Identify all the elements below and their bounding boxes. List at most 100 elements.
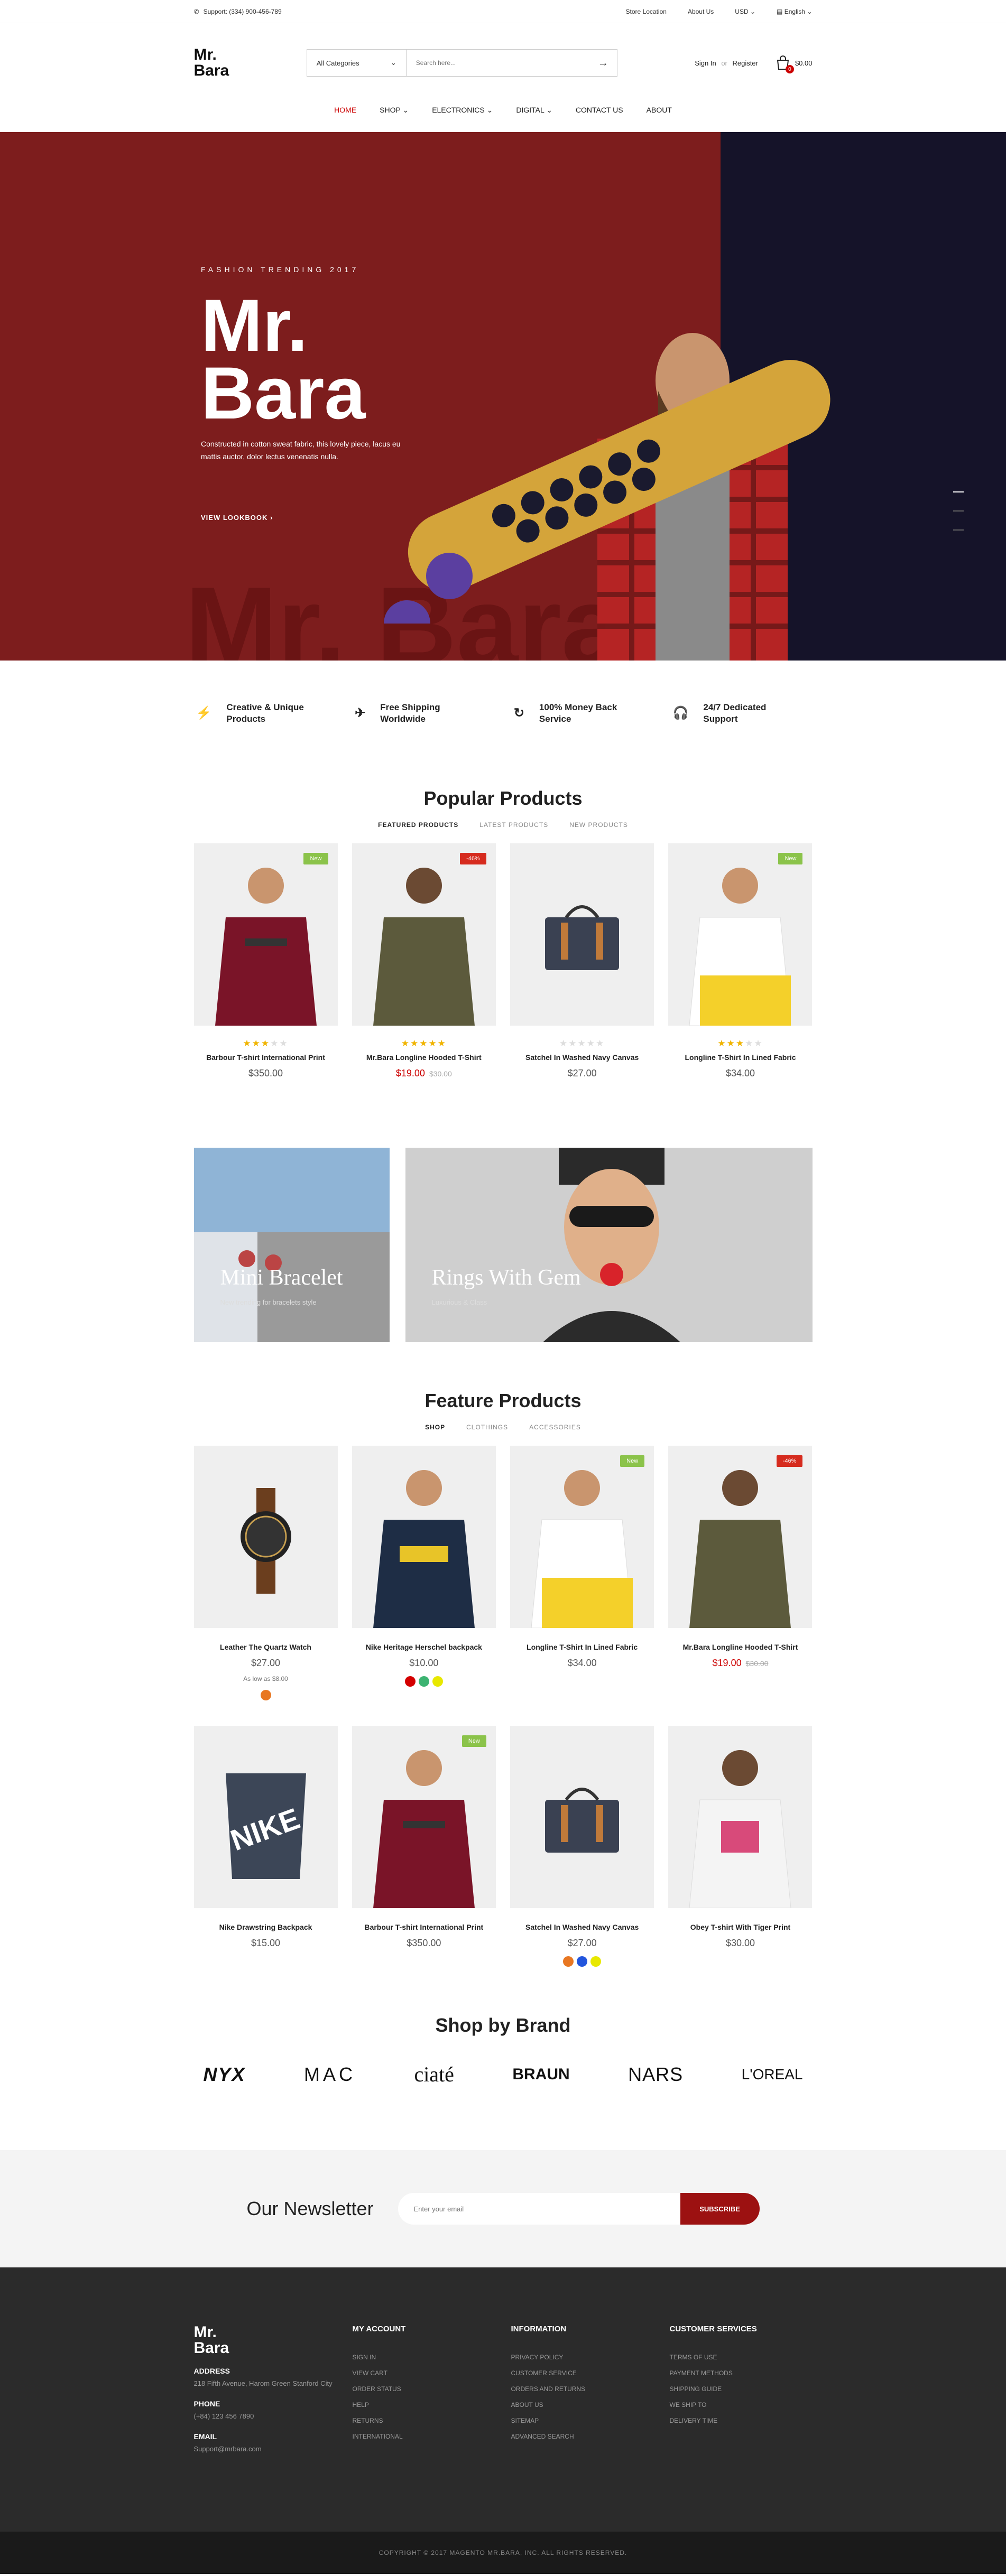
search-input[interactable] xyxy=(406,50,589,76)
slider-dot[interactable] xyxy=(953,529,964,531)
tab-accessories[interactable]: ACCESSORIES xyxy=(529,1424,581,1431)
product-card[interactable]: Obey T-shirt With Tiger Print $30.00 xyxy=(668,1726,813,1967)
product-name[interactable]: Mr.Bara Longline Hooded T-Shirt xyxy=(668,1643,812,1651)
footer-link[interactable]: INTERNATIONAL xyxy=(353,2429,511,2444)
product-name[interactable]: Longline T-Shirt In Lined Fabric xyxy=(510,1643,654,1651)
tab-featured[interactable]: FEATURED PRODUCTS xyxy=(378,821,458,829)
product-name[interactable]: Nike Drawstring Backpack xyxy=(194,1923,338,1931)
product-name[interactable]: Mr.Bara Longline Hooded T-Shirt xyxy=(352,1053,496,1062)
brand-logo-nyx[interactable]: NYX xyxy=(204,2063,246,2086)
product-image[interactable]: New xyxy=(510,1446,654,1628)
product-image[interactable] xyxy=(352,1446,496,1628)
product-card[interactable]: New ★★★★★ Longline T-Shirt In Lined Fabr… xyxy=(668,843,813,1079)
cart-button[interactable]: 0 $0.00 xyxy=(776,55,812,73)
product-image[interactable]: -46% xyxy=(668,1446,813,1628)
product-card[interactable]: -46% Mr.Bara Longline Hooded T-Shirt $19… xyxy=(668,1446,813,1700)
newsletter-email-input[interactable] xyxy=(398,2193,680,2225)
swatch-yellow[interactable] xyxy=(590,1956,602,1967)
nav-about[interactable]: ABOUT xyxy=(647,106,672,114)
footer-link[interactable]: CUSTOMER SERVICE xyxy=(511,2365,670,2381)
product-card[interactable]: NIKE Nike Drawstring Backpack $15.00 xyxy=(193,1726,338,1967)
footer-link[interactable]: HELP xyxy=(353,2397,511,2413)
footer-link[interactable]: DELIVERY TIME xyxy=(670,2413,813,2429)
product-image[interactable] xyxy=(510,1726,654,1908)
footer-link[interactable]: ABOUT US xyxy=(511,2397,670,2413)
swatch-orange[interactable] xyxy=(563,1956,574,1967)
subscribe-button[interactable]: SUBSCRIBE xyxy=(680,2193,760,2225)
product-card[interactable]: ★★★★★ Satchel In Washed Navy Canvas $27.… xyxy=(510,843,654,1079)
product-image[interactable]: New xyxy=(193,843,338,1026)
footer-link[interactable]: ORDERS AND RETURNS xyxy=(511,2381,670,2397)
product-image[interactable] xyxy=(510,843,654,1026)
footer-link[interactable]: WE SHIP TO xyxy=(670,2397,813,2413)
footer-logo[interactable]: Mr. Bara xyxy=(194,2324,353,2356)
swatch-orange[interactable] xyxy=(260,1690,271,1700)
product-card[interactable]: New ★★★★★ Barbour T-shirt International … xyxy=(193,843,338,1079)
footer-link[interactable]: RETURNS xyxy=(353,2413,511,2429)
nav-digital[interactable]: DIGITAL ⌄ xyxy=(516,106,552,115)
product-card[interactable]: -46% ★★★★★ Mr.Bara Longline Hooded T-Shi… xyxy=(352,843,496,1079)
swatch-red[interactable] xyxy=(404,1676,416,1687)
swatch-green[interactable] xyxy=(418,1676,429,1687)
tab-clothings[interactable]: CLOTHINGS xyxy=(466,1424,508,1431)
language-selector[interactable]: ▤ English ⌄ xyxy=(777,8,812,15)
nav-electronics[interactable]: ELECTRONICS ⌄ xyxy=(432,106,493,115)
footer-link[interactable]: VIEW CART xyxy=(353,2365,511,2381)
footer-link[interactable]: SIGN IN xyxy=(353,2349,511,2365)
brand-logo-loreal[interactable]: L'OREAL xyxy=(742,2066,803,2083)
footer-link[interactable]: ADVANCED SEARCH xyxy=(511,2429,670,2444)
tab-shop[interactable]: SHOP xyxy=(425,1424,445,1431)
nav-home[interactable]: HOME xyxy=(334,106,356,114)
swatch-blue[interactable] xyxy=(577,1956,588,1967)
store-location-link[interactable]: Store Location xyxy=(626,8,667,15)
brand-logo-ciate[interactable]: ciaté xyxy=(414,2062,454,2087)
color-swatches xyxy=(510,1956,654,1967)
register-link[interactable]: Register xyxy=(733,59,758,67)
product-image[interactable]: New xyxy=(352,1726,496,1908)
swatch-yellow[interactable] xyxy=(432,1676,443,1687)
product-name[interactable]: Barbour T-shirt International Print xyxy=(352,1923,496,1931)
promo-banner[interactable]: Rings With Gem Luxurious & Class xyxy=(405,1148,813,1342)
product-name[interactable]: Nike Heritage Herschel backpack xyxy=(352,1643,496,1651)
about-us-link[interactable]: About Us xyxy=(688,8,714,15)
email-text[interactable]: Support@mrbara.com xyxy=(194,2444,353,2454)
product-image[interactable] xyxy=(193,1446,338,1628)
brand-logo-nars[interactable]: NARS xyxy=(628,2063,683,2086)
product-name[interactable]: Leather The Quartz Watch xyxy=(194,1643,338,1651)
nav-contact-us[interactable]: CONTACT US xyxy=(576,106,623,114)
category-select[interactable]: All Categories ⌄ xyxy=(307,50,407,76)
product-card[interactable]: New Barbour T-shirt International Print … xyxy=(352,1726,496,1967)
product-name[interactable]: Obey T-shirt With Tiger Print xyxy=(668,1923,812,1931)
product-card[interactable]: Leather The Quartz Watch $27.00 As low a… xyxy=(193,1446,338,1700)
footer-link[interactable]: ORDER STATUS xyxy=(353,2381,511,2397)
tab-new[interactable]: NEW PRODUCTS xyxy=(569,821,628,829)
footer-link[interactable]: TERMS OF USE xyxy=(670,2349,813,2365)
currency-selector[interactable]: USD ⌄ xyxy=(735,8,755,15)
slider-dot[interactable] xyxy=(953,510,964,512)
product-name[interactable]: Longline T-Shirt In Lined Fabric xyxy=(668,1053,812,1062)
brand-logo-mac[interactable]: MAC xyxy=(304,2063,356,2086)
view-lookbook-link[interactable]: VIEW LOOKBOOK › xyxy=(201,514,412,522)
product-name[interactable]: Satchel In Washed Navy Canvas xyxy=(510,1053,654,1062)
brand-logo-braun[interactable]: BRAUN xyxy=(512,2066,569,2084)
footer-link[interactable]: PAYMENT METHODS xyxy=(670,2365,813,2381)
product-image[interactable] xyxy=(668,1726,813,1908)
product-image[interactable]: NIKE xyxy=(193,1726,338,1908)
product-name[interactable]: Barbour T-shirt International Print xyxy=(194,1053,338,1062)
product-card[interactable]: Satchel In Washed Navy Canvas $27.00 xyxy=(510,1726,654,1967)
logo[interactable]: Mr. Bara xyxy=(194,47,229,79)
footer-link[interactable]: SITEMAP xyxy=(511,2413,670,2429)
promo-banner[interactable]: Mini Bracelet New trending for bracelets… xyxy=(193,1148,390,1342)
nav-shop[interactable]: SHOP ⌄ xyxy=(380,106,409,115)
product-card[interactable]: Nike Heritage Herschel backpack $10.00 xyxy=(352,1446,496,1700)
footer-link[interactable]: PRIVACY POLICY xyxy=(511,2349,670,2365)
product-image[interactable]: -46% xyxy=(352,843,496,1026)
tab-latest[interactable]: LATEST PRODUCTS xyxy=(479,821,548,829)
search-button[interactable]: → xyxy=(589,50,617,76)
footer-link[interactable]: SHIPPING GUIDE xyxy=(670,2381,813,2397)
sign-in-link[interactable]: Sign In xyxy=(695,59,716,67)
product-card[interactable]: New Longline T-Shirt In Lined Fabric $34… xyxy=(510,1446,654,1700)
product-name[interactable]: Satchel In Washed Navy Canvas xyxy=(510,1923,654,1931)
slider-dot[interactable] xyxy=(953,491,964,492)
product-image[interactable]: New xyxy=(668,843,813,1026)
